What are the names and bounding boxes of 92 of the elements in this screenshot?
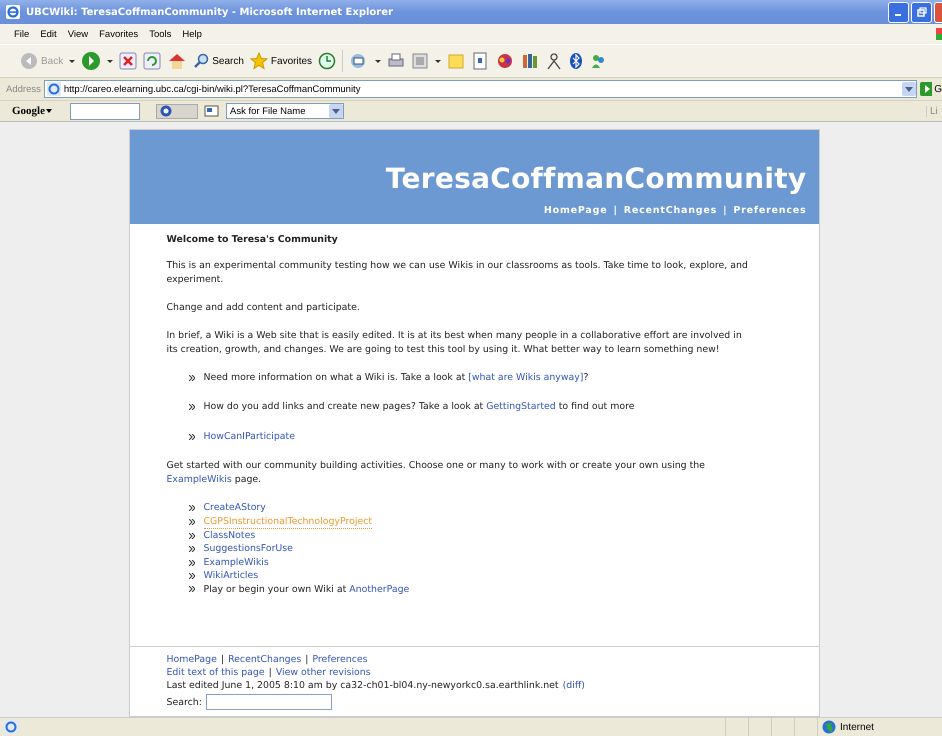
page-status-icon (4, 720, 18, 734)
star-icon (250, 52, 268, 70)
url-text: http://careo.elearning.ubc.ca/cgi-bin/wiki.pl?TeresaCoffmanCommunity (64, 84, 360, 94)
footer-link[interactable]: Preferences (312, 654, 368, 665)
bullet-icon (188, 504, 194, 511)
bullet-icon (188, 546, 194, 552)
google-menu-button[interactable]: Google (12, 105, 64, 117)
address-field[interactable]: http://careo.elearning.ubc.ca/cgi-bin/wiki.pl?TeresaCoffmanCommunity (44, 80, 917, 98)
separator: | (268, 667, 272, 678)
stop-button[interactable] (119, 52, 138, 70)
address-label: Address (6, 84, 41, 94)
last-edited-text: Last edited June 1, 2005 8:10 am by ca32-ch01-bl04.ny-newyorkc0.sa.earthlink.net (166, 680, 559, 691)
minimize-icon (894, 14, 900, 16)
bullet-icon (188, 434, 194, 440)
site-search-icon[interactable] (204, 104, 220, 118)
page-icon (46, 82, 61, 96)
footer-link[interactable]: View other revisions (276, 667, 371, 678)
home-button[interactable] (167, 52, 188, 70)
minimize-button[interactable] (888, 2, 909, 22)
menu-item[interactable]: Tools (149, 28, 172, 40)
search-button[interactable]: Search (193, 53, 244, 69)
window-title: UBCWiki: TeresaCoffmanCommunity - Microsoft Internet Explorer (26, 6, 394, 18)
forward-button[interactable] (81, 51, 102, 71)
wiki-link[interactable]: AnotherPage (349, 584, 410, 595)
page-title: TeresaCoffmanCommunity (384, 162, 806, 195)
menu-item[interactable]: View (68, 28, 88, 40)
footer-link[interactable]: HomePage (166, 654, 217, 665)
wiki-link[interactable]: [what are Wikis anyway] (468, 372, 584, 383)
restore-icon (916, 7, 926, 17)
close-button[interactable] (934, 2, 942, 22)
footer-link[interactable]: RecentChanges (228, 654, 302, 665)
zone-label: Internet (840, 722, 874, 732)
wiki-link[interactable]: ExampleWikis (166, 474, 232, 486)
dropdown-arrow-icon[interactable] (107, 60, 114, 62)
google-search-field[interactable] (70, 102, 140, 120)
caret-icon (905, 86, 913, 92)
bullet-icon (188, 572, 194, 579)
caret-icon (332, 108, 340, 114)
favorites-button[interactable]: Favorites (250, 52, 312, 70)
wiki-link[interactable]: CreateAStory (204, 501, 266, 515)
bluetooth-icon[interactable] (569, 52, 584, 70)
list-item-text: Play or begin your own Wiki at AnotherPage (204, 582, 410, 596)
bullet-icon (188, 374, 194, 381)
books-icon[interactable] (521, 52, 540, 70)
file-name-dropdown[interactable]: Ask for File Name (226, 103, 344, 119)
search-label: Search: (166, 696, 202, 708)
dropdown-arrow-icon[interactable] (435, 60, 442, 62)
wiki-link[interactable]: GettingStarted (486, 401, 556, 412)
wiki-link[interactable]: WikiArticles (204, 569, 258, 583)
wiki-link[interactable]: SuggestionsForUse (204, 542, 293, 556)
paragraph: Get started with our community building activities. Choose one or many to work with or create your own using the ExampleWikis page. (166, 459, 706, 488)
menu-item[interactable]: Favorites (99, 28, 138, 40)
windows-logo-icon (936, 28, 942, 40)
caret-icon (46, 109, 52, 113)
separator: | (613, 205, 618, 216)
refresh-button[interactable] (143, 52, 162, 70)
wiki-link[interactable]: ClassNotes (204, 529, 256, 542)
bullet-icon (188, 532, 194, 539)
menu-item[interactable]: Edit (40, 28, 57, 40)
dropdown-arrow-icon[interactable] (375, 60, 382, 62)
separator: | (220, 654, 224, 665)
diff-link[interactable]: (diff) (562, 680, 585, 691)
separator: | (305, 654, 308, 665)
bullet-icon (188, 518, 194, 525)
footer-link[interactable]: Edit text of this page (166, 667, 265, 678)
section-heading: Welcome to Teresa's Community (166, 234, 339, 245)
separator: | (723, 205, 728, 216)
globe-icon (822, 720, 836, 734)
dropdown-arrow-icon[interactable] (69, 60, 76, 62)
restore-button[interactable] (911, 2, 932, 22)
person-icon[interactable] (545, 52, 564, 70)
menu-item[interactable]: File (14, 28, 30, 40)
search-field[interactable] (206, 694, 332, 710)
browser-icon (6, 5, 20, 19)
bullet-icon (188, 560, 194, 566)
ring-icon (160, 105, 172, 117)
bullet-icon (188, 586, 194, 592)
go-button[interactable]: G (920, 82, 942, 96)
paragraph: Change and add content and participate. (166, 301, 361, 315)
bullet-icon (188, 404, 194, 410)
go-arrow-icon (920, 82, 932, 96)
history-button[interactable] (318, 52, 336, 70)
list-item-text: How do you add links and create new pages? Take a look at GettingStarted to find out more (204, 400, 635, 414)
dropdown-button[interactable] (902, 82, 916, 96)
list-item-text: Need more information on what a Wiki is. Take a look at [what are Wikis anyway]? (204, 371, 588, 384)
paragraph: In brief, a Wiki is a Web site that is easily edited. It is at its best when many people in a collaborative effort are involved in its creation, growth, and changes. We are going to test this tool by using it. What better way to learn something new! (166, 329, 743, 357)
menu-item[interactable]: Help (182, 28, 202, 40)
search-icon (193, 53, 210, 69)
wiki-link[interactable]: ExampleWikis (204, 556, 269, 570)
google-search-button[interactable] (156, 104, 198, 118)
wiki-link[interactable]: HowCanIParticipate (204, 430, 295, 444)
paragraph: This is an experimental community testing how we can use Wikis in our classrooms as tools. Take time to look, explore, and experiment. (166, 259, 749, 287)
